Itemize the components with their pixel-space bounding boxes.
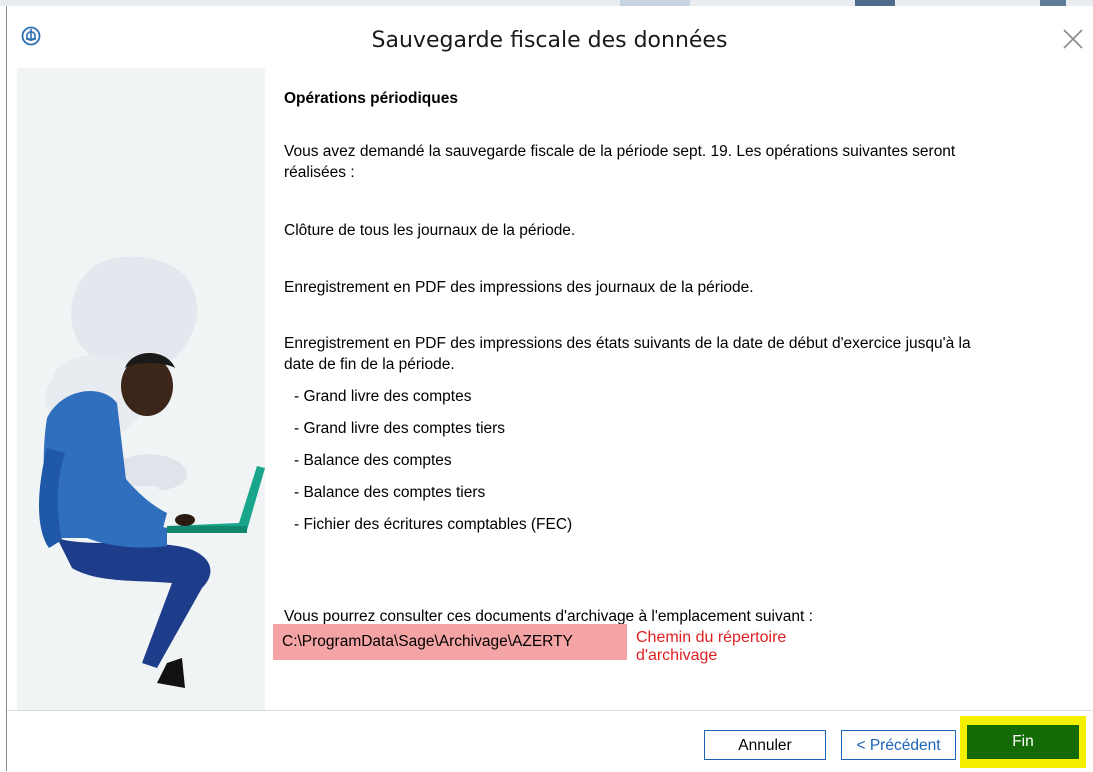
button-bar: Annuler < Précédent Fin [7,710,1092,772]
previous-button[interactable]: < Précédent [841,730,956,760]
dialog-title: Sauvegarde fiscale des données [371,28,728,53]
title-bar: Sauvegarde fiscale des données [7,6,1092,68]
report-item: - Grand livre des comptes tiers [294,420,506,437]
operation-close-journals: Clôture de tous les journaux de la pério… [284,222,576,239]
close-icon[interactable] [1060,26,1086,52]
operation-pdf-reports-line-1: Enregistrement en PDF des impressions de… [284,335,971,352]
intro-text-line-2: réalisées : [284,164,355,181]
finish-button[interactable]: Fin [967,725,1079,759]
archive-path: C:\ProgramData\Sage\Archivage\AZERTY [273,624,627,660]
report-list: - Grand livre des comptes - Grand livre … [294,386,572,546]
operation-pdf-journals: Enregistrement en PDF des impressions de… [284,279,754,296]
operation-pdf-reports-line-2: date de fin de la période. [284,356,455,373]
archive-path-annotation: Chemin du répertoire d'archivage [636,629,786,665]
report-item: - Balance des comptes tiers [294,484,486,501]
report-item: - Fichier des écritures comptables (FEC) [294,516,573,533]
content-panel: Opérations périodiques Vous avez demandé… [265,68,1092,710]
cancel-button[interactable]: Annuler [704,730,826,760]
illustration-panel [17,68,265,710]
section-heading: Opérations périodiques [284,90,458,107]
annotation-line-2: d'archivage [636,647,718,664]
report-item: - Grand livre des comptes [294,388,472,405]
intro-text-line-1: Vous avez demandé la sauvegarde fiscale … [284,143,956,160]
annotation-line-1: Chemin du répertoire [636,629,787,646]
person-with-laptop-illustration [39,256,265,688]
report-item: - Balance des comptes [294,452,452,469]
fiscal-backup-dialog: Sauvegarde fiscale des données Opération… [6,6,1092,772]
